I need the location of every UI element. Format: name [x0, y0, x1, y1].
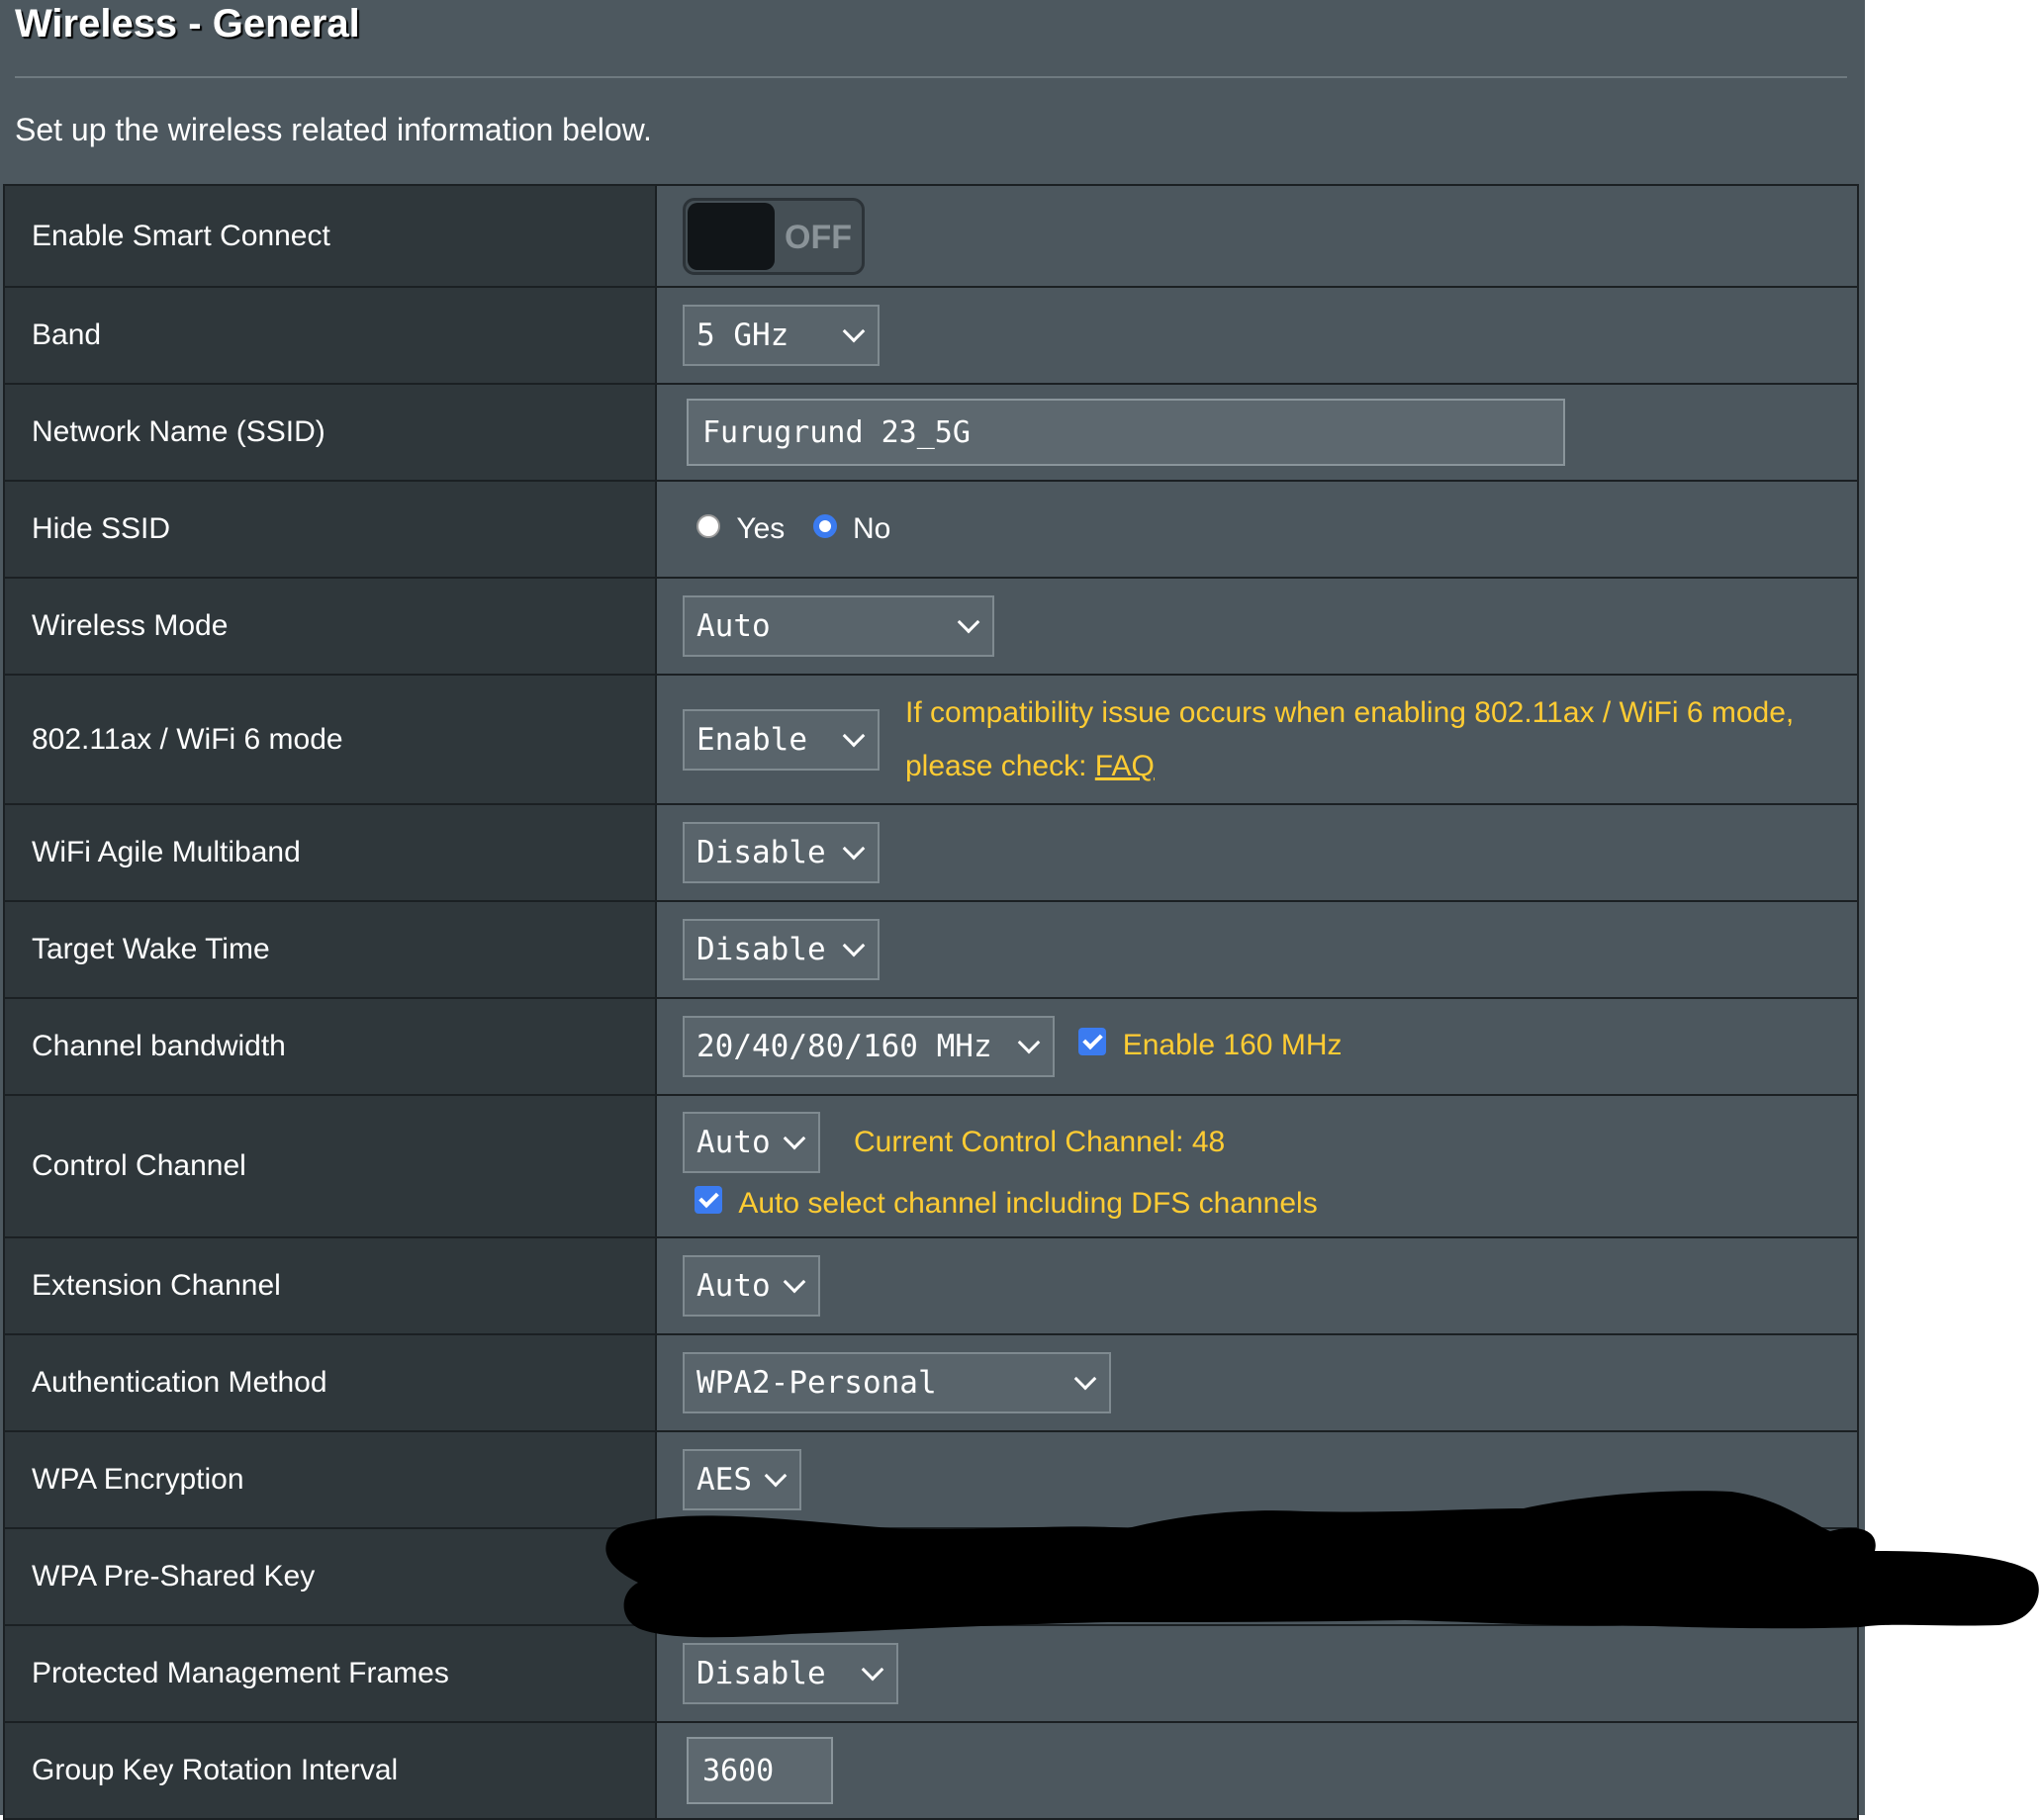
wpa-encryption-value: AES [696, 1462, 752, 1498]
row-band: Band 5 GHz [3, 286, 1859, 385]
row-control-channel: Control Channel Auto Current Control Cha… [3, 1094, 1859, 1238]
row-wireless-mode: Wireless Mode Auto [3, 577, 1859, 676]
chevron-down-icon [842, 724, 866, 747]
channel-bandwidth-label: Channel bandwidth [3, 997, 657, 1096]
wireless-mode-select[interactable]: Auto [683, 595, 994, 657]
wifi6-value: Enable [696, 721, 807, 758]
row-group-key: Group Key Rotation Interval 3600 [3, 1721, 1859, 1820]
ssid-input[interactable]: Furugrund 23_5G [687, 399, 1565, 466]
chevron-down-icon [1073, 1367, 1097, 1391]
chevron-down-icon [1017, 1031, 1041, 1054]
chevron-down-icon [842, 934, 866, 957]
target-wake-time-select[interactable]: Disable [683, 919, 880, 980]
toggle-state-label: OFF [785, 218, 852, 256]
wireless-mode-value: Auto [696, 608, 771, 644]
band-select[interactable]: 5 GHz [683, 305, 880, 366]
page-description: Set up the wireless related information … [15, 112, 652, 147]
enable-160mhz-checkbox[interactable] [1078, 1028, 1107, 1055]
channel-bandwidth-value: 20/40/80/160 MHz [696, 1029, 992, 1064]
chevron-down-icon [861, 1658, 884, 1682]
hide-ssid-yes-label: Yes [736, 512, 786, 545]
row-channel-bandwidth: Channel bandwidth 20/40/80/160 MHz Enabl… [3, 997, 1859, 1096]
pmf-value: Disable [696, 1656, 826, 1691]
hide-ssid-no-label: No [852, 512, 891, 545]
row-auth-method: Authentication Method WPA2-Personal [3, 1333, 1859, 1432]
psk-field[interactable] [655, 1527, 1859, 1626]
row-target-wake-time: Target Wake Time Disable [3, 900, 1859, 999]
smart-connect-toggle[interactable]: OFF [683, 197, 865, 275]
dfs-checkbox[interactable] [695, 1186, 722, 1215]
channel-bandwidth-select[interactable]: 20/40/80/160 MHz [683, 1016, 1055, 1077]
title-divider [15, 76, 1847, 78]
band-label: Band [3, 286, 657, 385]
wifi6-label: 802.11ax / WiFi 6 mode [3, 674, 657, 805]
extension-channel-value: Auto [696, 1268, 771, 1304]
auth-method-value: WPA2-Personal [696, 1365, 937, 1401]
toggle-knob [688, 202, 775, 270]
row-wifi6: 802.11ax / WiFi 6 mode Enable If compati… [3, 674, 1859, 805]
row-ssid: Network Name (SSID) Furugrund 23_5G [3, 383, 1859, 482]
hide-ssid-yes-radio[interactable] [696, 514, 720, 539]
pmf-label: Protected Management Frames [3, 1624, 657, 1723]
wifi6-note-line1: If compatibility issue occurs when enabl… [905, 695, 1795, 729]
control-channel-label: Control Channel [3, 1094, 657, 1238]
chevron-down-icon [764, 1464, 788, 1488]
auth-method-select[interactable]: WPA2-Personal [683, 1352, 1111, 1413]
group-key-input[interactable]: 3600 [687, 1737, 833, 1804]
row-smart-connect: Enable Smart Connect OFF [3, 184, 1859, 288]
faq-link[interactable]: FAQ [1095, 750, 1155, 782]
chevron-down-icon [842, 837, 866, 861]
chevron-down-icon [957, 610, 980, 634]
dfs-checkbox-label: Auto select channel including DFS channe… [738, 1187, 1318, 1220]
wifi6-note-line2: please check: [905, 749, 1087, 782]
wireless-mode-label: Wireless Mode [3, 577, 657, 676]
row-wpa-encryption: WPA Encryption AES [3, 1430, 1859, 1529]
wpa-encryption-select[interactable]: AES [683, 1449, 801, 1510]
wifi6-compat-note: If compatibility issue occurs when enabl… [905, 686, 1794, 793]
page-title: Wireless - General [15, 2, 360, 46]
chevron-down-icon [783, 1127, 806, 1150]
current-control-channel: Current Control Channel: 48 [854, 1126, 1226, 1158]
agile-multiband-select[interactable]: Disable [683, 822, 880, 883]
auth-method-label: Authentication Method [3, 1333, 657, 1432]
chevron-down-icon [842, 319, 866, 343]
extension-channel-label: Extension Channel [3, 1236, 657, 1335]
pmf-select[interactable]: Disable [683, 1643, 898, 1704]
agile-multiband-value: Disable [696, 835, 826, 870]
control-channel-select[interactable]: Auto [683, 1112, 820, 1173]
enable-160mhz-label: Enable 160 MHz [1122, 1028, 1343, 1061]
settings-table: Enable Smart Connect OFF Band 5 GHz Netw… [3, 184, 1859, 1820]
row-psk: WPA Pre-Shared Key [3, 1527, 1859, 1626]
control-channel-value: Auto [696, 1125, 771, 1160]
target-wake-time-label: Target Wake Time [3, 900, 657, 999]
agile-multiband-label: WiFi Agile Multiband [3, 803, 657, 902]
row-agile-multiband: WiFi Agile Multiband Disable [3, 803, 1859, 902]
group-key-label: Group Key Rotation Interval [3, 1721, 657, 1820]
row-extension-channel: Extension Channel Auto [3, 1236, 1859, 1335]
hide-ssid-no-radio[interactable] [812, 514, 837, 539]
row-hide-ssid: Hide SSID Yes No [3, 480, 1859, 579]
target-wake-time-value: Disable [696, 932, 826, 967]
settings-panel: Wireless - General Set up the wireless r… [0, 0, 1865, 1820]
smart-connect-label: Enable Smart Connect [3, 184, 657, 288]
wpa-encryption-label: WPA Encryption [3, 1430, 657, 1529]
hide-ssid-label: Hide SSID [3, 480, 657, 579]
psk-label: WPA Pre-Shared Key [3, 1527, 657, 1626]
band-select-value: 5 GHz [696, 318, 789, 353]
extension-channel-select[interactable]: Auto [683, 1255, 820, 1317]
ssid-label: Network Name (SSID) [3, 383, 657, 482]
chevron-down-icon [783, 1270, 806, 1294]
wifi6-select[interactable]: Enable [683, 708, 880, 771]
row-pmf: Protected Management Frames Disable [3, 1624, 1859, 1723]
